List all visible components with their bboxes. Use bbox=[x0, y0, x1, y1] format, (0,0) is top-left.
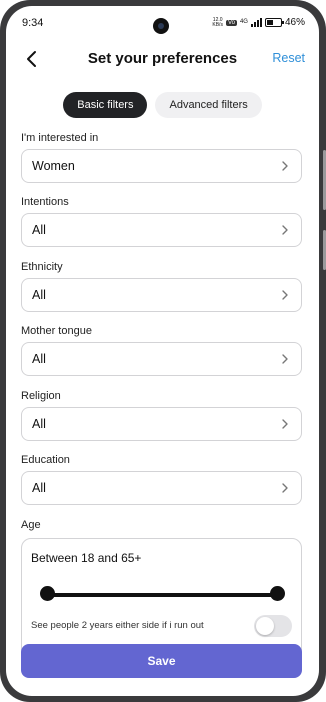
age-slider-max-handle[interactable] bbox=[270, 586, 285, 601]
ethnicity-field[interactable]: All bbox=[21, 278, 302, 312]
age-card: Between 18 and 65+ See people 2 years ei… bbox=[21, 538, 302, 658]
mother-tongue-field[interactable]: All bbox=[21, 342, 302, 376]
religion-value: All bbox=[32, 417, 46, 431]
tab-basic-filters[interactable]: Basic filters bbox=[63, 92, 148, 118]
ethnicity-value: All bbox=[32, 288, 46, 302]
mother-tongue-value: All bbox=[32, 352, 46, 366]
ethnicity-label: Ethnicity bbox=[21, 261, 63, 273]
chevron-right-icon bbox=[282, 161, 288, 171]
chevron-right-icon bbox=[282, 290, 288, 300]
save-button[interactable]: Save bbox=[21, 644, 302, 678]
toggle-knob bbox=[256, 617, 274, 635]
religion-label: Religion bbox=[21, 390, 61, 402]
signal-icon bbox=[250, 18, 262, 27]
expand-range-label: See people 2 years either side if i run … bbox=[31, 620, 204, 631]
intentions-field[interactable]: All bbox=[21, 213, 302, 247]
network-type: 4G bbox=[239, 19, 248, 25]
tab-advanced-filters[interactable]: Advanced filters bbox=[155, 92, 262, 118]
interested-in-label: I'm interested in bbox=[21, 132, 99, 144]
age-label: Age bbox=[21, 519, 41, 531]
status-icons: 12.0 KB/s Vo 4G 46% bbox=[212, 17, 305, 28]
volte-badge: Vo bbox=[225, 19, 237, 26]
battery-percent: 46% bbox=[284, 17, 305, 28]
status-time: 9:34 bbox=[22, 17, 44, 29]
network-speed: 12.0 KB/s bbox=[212, 16, 223, 28]
education-label: Education bbox=[21, 454, 70, 466]
app-screen: 9:34 12.0 KB/s Vo 4G 46% Set your prefer… bbox=[6, 6, 319, 696]
expand-range-toggle[interactable] bbox=[254, 615, 292, 637]
age-slider-min-handle[interactable] bbox=[40, 586, 55, 601]
battery-icon bbox=[264, 18, 284, 27]
mother-tongue-label: Mother tongue bbox=[21, 325, 92, 337]
education-field[interactable]: All bbox=[21, 471, 302, 505]
chevron-right-icon bbox=[282, 483, 288, 493]
status-bar: 9:34 12.0 KB/s Vo 4G 46% bbox=[6, 6, 319, 40]
age-range-text: Between 18 and 65+ bbox=[31, 551, 142, 565]
filter-tabs: Basic filters Advanced filters bbox=[6, 92, 319, 118]
phone-frame: 9:34 12.0 KB/s Vo 4G 46% Set your prefer… bbox=[0, 0, 326, 702]
interested-in-field[interactable]: Women bbox=[21, 149, 302, 183]
religion-field[interactable]: All bbox=[21, 407, 302, 441]
age-slider-track[interactable] bbox=[47, 593, 278, 597]
intentions-label: Intentions bbox=[21, 196, 69, 208]
reset-button[interactable]: Reset bbox=[272, 51, 305, 65]
front-camera bbox=[153, 18, 169, 34]
intentions-value: All bbox=[32, 223, 46, 237]
interested-in-value: Women bbox=[32, 159, 75, 173]
chevron-right-icon bbox=[282, 354, 288, 364]
education-value: All bbox=[32, 481, 46, 495]
chevron-right-icon bbox=[282, 419, 288, 429]
chevron-right-icon bbox=[282, 225, 288, 235]
